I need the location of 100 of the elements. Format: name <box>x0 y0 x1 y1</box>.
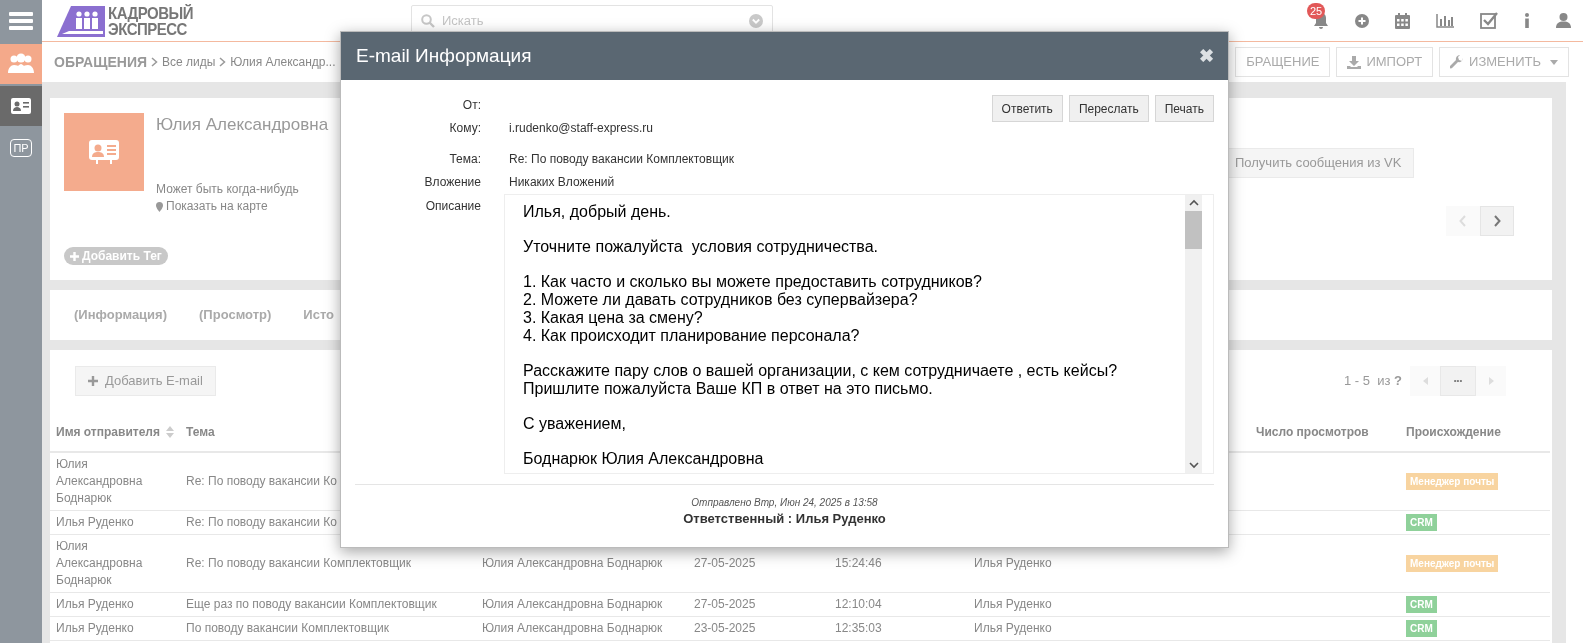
scrollbar-thumb[interactable] <box>1185 211 1202 249</box>
table-cell: Юлия Александровна Боднарюк <box>482 621 663 635</box>
dialog-title: E-mail Информация <box>356 43 532 68</box>
tab[interactable]: Исто <box>303 305 335 325</box>
field-value: Re: По поводу вакансии Комплектовщик <box>509 150 734 168</box>
table-cell: Илья Руденко <box>56 597 134 611</box>
id-card-icon[interactable] <box>11 98 31 114</box>
table-cell: 12:35:03 <box>835 621 882 635</box>
table-cell: По поводу вакансии Комплектовщик <box>186 621 389 635</box>
close-button[interactable]: ✖ <box>1199 42 1214 70</box>
origin-tag: CRM <box>1406 596 1437 613</box>
column-header[interactable]: Число просмотров <box>1256 422 1369 441</box>
map-pin-icon <box>156 201 163 212</box>
map-link[interactable]: Показать на карте <box>156 198 329 215</box>
field-label: От: <box>462 97 481 112</box>
breadcrumb-link[interactable]: Юлия Александр... <box>230 53 336 71</box>
table-cell: 27-05-2025 <box>694 556 756 570</box>
scroll-up-icon[interactable] <box>1188 199 1199 206</box>
contact-status: Может быть когда-нибудь <box>156 181 300 198</box>
table-cell: Юлия Александровна Боднарюк <box>482 556 663 570</box>
download-icon <box>1347 55 1362 69</box>
next-button[interactable] <box>1480 206 1514 236</box>
chevron-right-icon <box>151 57 158 67</box>
pagination-range: 1 - 5 из ? <box>1343 372 1402 391</box>
field-label: Кому: <box>449 120 481 135</box>
toolbar-button[interactable]: ИМПОРТ <box>1336 47 1434 77</box>
table-cell: 23-05-2025 <box>694 621 756 635</box>
scrollbar[interactable] <box>1185 195 1202 473</box>
tab[interactable]: (Информация) <box>74 305 167 325</box>
field-label: Описание <box>425 199 481 213</box>
table-cell: Юлия Александровна Боднарюк <box>482 597 663 611</box>
page-title: ОБРАЩЕНИЯ <box>54 52 147 72</box>
table-cell: Илья Руденко <box>56 515 134 529</box>
column-header[interactable]: Происхождение <box>1406 422 1501 441</box>
logo-text: КАДРОВЫЙ <box>108 3 193 22</box>
field-label: Тема: <box>449 151 481 166</box>
wrench-icon <box>1450 55 1465 69</box>
table-cell: Re: По поводу вакансии Ко <box>186 474 337 488</box>
breadcrumb-link[interactable]: Все лиды <box>162 53 216 71</box>
scroll-down-icon[interactable] <box>1188 462 1199 469</box>
chevron-left-icon <box>1459 215 1467 227</box>
table-cell: Re: По поводу вакансии Ко <box>186 515 337 529</box>
table-cell: 27-05-2025 <box>694 597 756 611</box>
dialog-button[interactable]: Ответить <box>991 95 1063 122</box>
message-paragraph: 1. Как часто и сколько вы можете предоставить сотрудников? 2. Можете ли давать сотрудников без супервайзера? 3. Какая цена за смену? 4. Как происходит планирование персонала? <box>523 273 983 345</box>
caret-left-icon <box>1422 377 1428 385</box>
table-cell: 12:10:04 <box>835 597 882 611</box>
user-icon[interactable] <box>1556 13 1571 28</box>
chevron-right-icon <box>219 57 227 67</box>
id-card-icon <box>89 140 119 164</box>
add-email-button[interactable]: Добавить E-mail <box>75 366 216 396</box>
dialog-button[interactable]: Печать <box>1154 95 1214 122</box>
sidebar-item[interactable]: ПР <box>10 139 32 157</box>
table-cell: Илья Руденко <box>974 597 1052 611</box>
message-paragraph: Уточните пожалуйста условия сотрудничества. <box>523 238 879 256</box>
table-cell: Илья Руденко <box>974 556 1052 570</box>
table-cell: Re: По поводу вакансии Комплектовщик <box>186 556 411 570</box>
menu-icon[interactable] <box>9 11 33 31</box>
column-header[interactable]: Тема <box>186 422 215 441</box>
bar-chart-icon[interactable] <box>1436 13 1454 28</box>
contact-name: Юлия Александровна <box>156 114 329 136</box>
field-value: i.rudenko@staff-express.ru <box>509 119 654 137</box>
message-paragraph: Расскажите пару слов о вашей организации, с кем сотрудничаете , есть кейсы? Пришлите пожалуйста Ваше КП в ответ на это письмо. <box>523 362 1119 398</box>
column-header[interactable]: Имя отправителя <box>56 422 160 441</box>
calendar-icon[interactable] <box>1395 12 1410 29</box>
notification-badge: 25 <box>1307 2 1325 19</box>
table-cell: Илья Руденко <box>974 621 1052 635</box>
caret-right-icon <box>1488 377 1494 385</box>
table-cell: Илья Руденко <box>56 621 134 635</box>
table-cell: Юлия Александровна Боднарюк <box>56 539 143 587</box>
chevron-down-icon[interactable] <box>749 13 763 28</box>
info-icon[interactable] <box>1524 13 1530 28</box>
tab[interactable]: (Просмотр) <box>199 305 272 325</box>
search-icon <box>421 13 435 28</box>
table-cell: 15:24:46 <box>835 556 882 570</box>
table-cell: Еще раз по поводу вакансии Комплектовщик <box>186 597 437 611</box>
field-label: Вложение <box>424 174 481 189</box>
dialog-button[interactable]: Переслать <box>1068 95 1149 122</box>
plus-icon <box>88 376 98 386</box>
origin-tag: Менеджер почты <box>1406 555 1499 572</box>
sent-date: Отправлено Втр, Июн 24, 2025 в 13:58 <box>691 496 878 510</box>
origin-tag: CRM <box>1406 514 1437 531</box>
people-icon[interactable] <box>7 53 35 75</box>
responsible-person: Ответственный : Илья Руденко <box>683 510 886 528</box>
add-icon[interactable] <box>1355 13 1369 28</box>
chevron-right-icon <box>1493 215 1501 227</box>
table-cell: Юлия Александровна Боднарюк <box>56 457 143 505</box>
field-value: Никаких Вложений <box>509 173 615 191</box>
message-paragraph: С уважением, <box>523 415 627 433</box>
plus-icon <box>70 251 79 261</box>
toolbar-button[interactable]: ИЗМЕНИТЬ <box>1439 47 1569 77</box>
message-paragraph: Илья, добрый день. <box>523 203 672 221</box>
origin-tag: CRM <box>1406 620 1437 637</box>
more-pages-button[interactable]: ••• <box>1440 366 1476 396</box>
caret-icon <box>1550 59 1558 65</box>
logo-icon <box>57 3 105 38</box>
toolbar-button[interactable]: БРАЩЕНИЕ <box>1235 47 1331 77</box>
origin-tag: Менеджер почты <box>1406 473 1499 490</box>
message-paragraph: Боднарюк Юлия Александровна <box>523 450 765 468</box>
checkbox-icon[interactable] <box>1480 12 1498 29</box>
